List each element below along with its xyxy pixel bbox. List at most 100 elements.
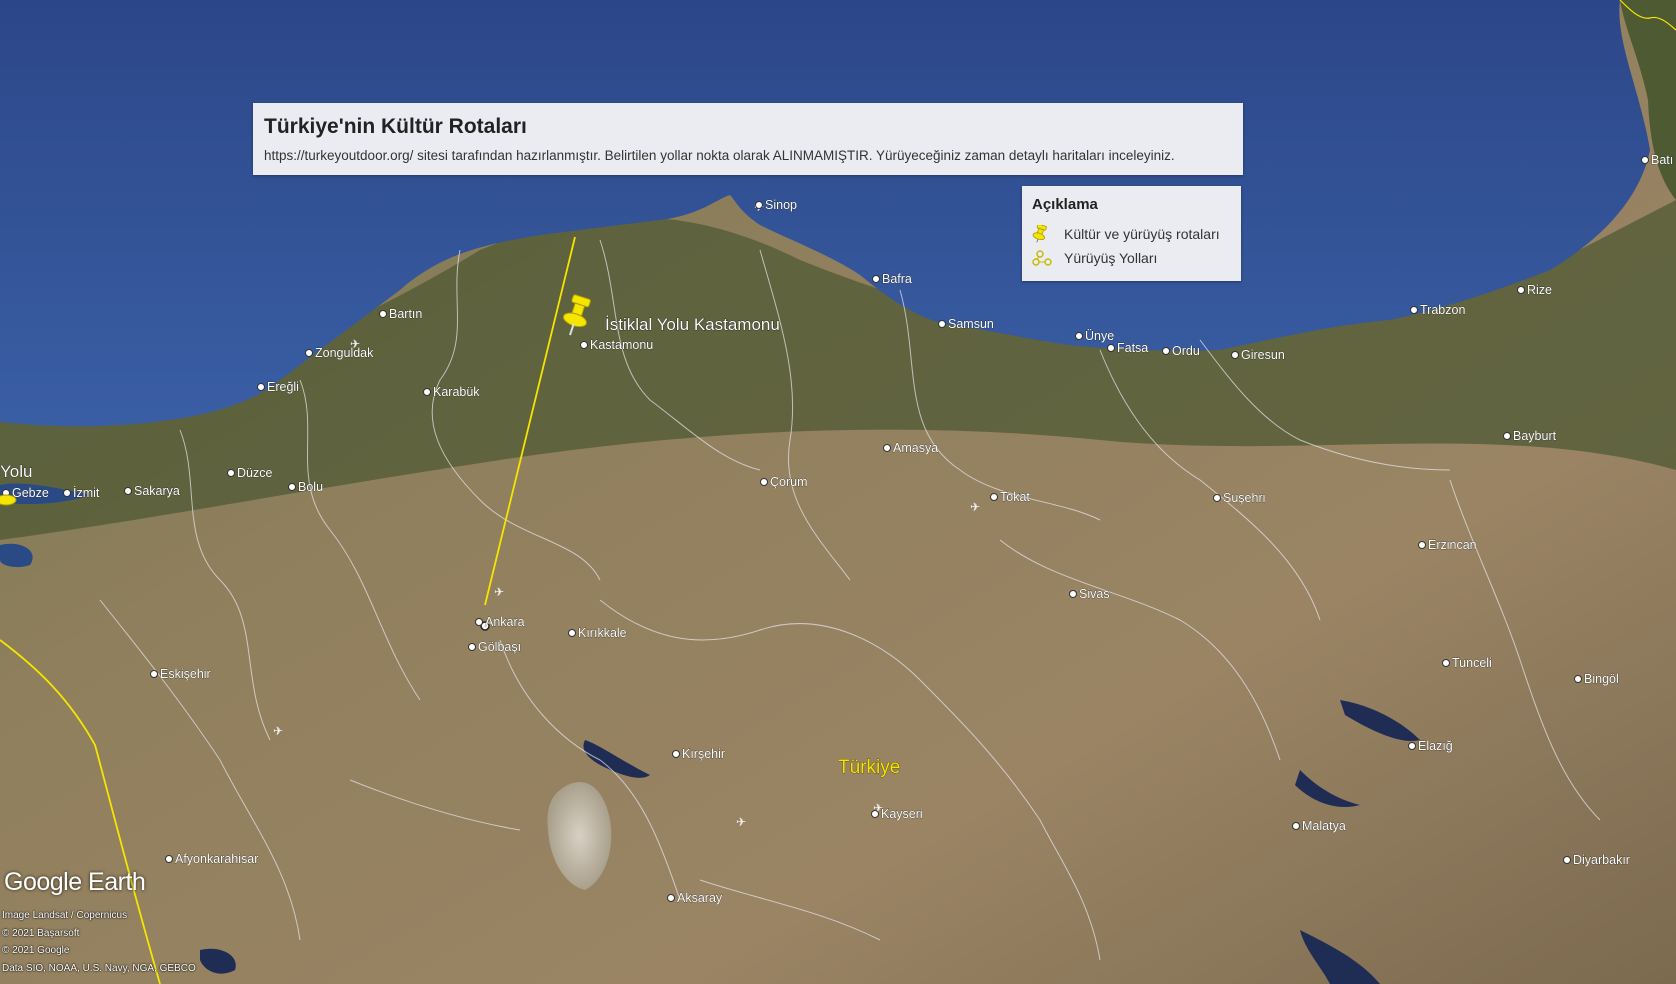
city-label[interactable]: Elazığ bbox=[1418, 739, 1453, 754]
city-label[interactable]: Gebze bbox=[12, 486, 49, 501]
city-dot[interactable] bbox=[883, 444, 891, 452]
city-label[interactable]: Malatya bbox=[1302, 819, 1346, 834]
city-dot[interactable] bbox=[1075, 332, 1083, 340]
pushpin-icon bbox=[1032, 225, 1047, 243]
city-dot[interactable] bbox=[379, 310, 387, 318]
city-dot[interactable] bbox=[257, 383, 265, 391]
city-label[interactable]: Ünye bbox=[1085, 329, 1115, 344]
city-label[interactable]: Gölbaşı bbox=[478, 640, 522, 655]
city-label[interactable]: Bolu bbox=[298, 480, 324, 495]
city-label[interactable]: Ankara bbox=[485, 615, 525, 630]
city-dot[interactable] bbox=[1563, 856, 1571, 864]
city-dot[interactable] bbox=[150, 670, 158, 678]
map-title: Türkiye'nin Kültür Rotaları bbox=[264, 115, 527, 138]
city-dot[interactable] bbox=[288, 483, 296, 491]
city-dot[interactable] bbox=[1408, 742, 1416, 750]
city-dot[interactable] bbox=[1517, 286, 1525, 294]
city-label[interactable]: Bayburt bbox=[1513, 429, 1557, 444]
city-label[interactable]: Bartın bbox=[389, 307, 423, 322]
city-label[interactable]: Eskişehir bbox=[160, 667, 211, 682]
city-dot[interactable] bbox=[1574, 675, 1582, 683]
city-label[interactable]: Giresun bbox=[1241, 348, 1285, 363]
city-dot[interactable] bbox=[1231, 351, 1239, 359]
city-dot[interactable] bbox=[468, 643, 476, 651]
city-marker[interactable]: Afyonkarahisar bbox=[165, 852, 259, 867]
city-label[interactable]: Ereğli bbox=[267, 380, 299, 395]
city-dot[interactable] bbox=[1107, 344, 1115, 352]
city-label[interactable]: Sakarya bbox=[134, 484, 180, 499]
city-dot[interactable] bbox=[667, 894, 675, 902]
city-marker[interactable]: Erzincan bbox=[1418, 538, 1477, 553]
city-marker[interactable]: Kırıkkale bbox=[568, 626, 627, 641]
city-dot[interactable] bbox=[938, 320, 946, 328]
city-label[interactable]: Amasya bbox=[893, 441, 939, 456]
city-label[interactable]: Düzce bbox=[237, 466, 273, 481]
city-dot[interactable] bbox=[760, 478, 768, 486]
city-label[interactable]: Sinop bbox=[765, 198, 798, 213]
city-dot[interactable] bbox=[580, 341, 588, 349]
city-dot[interactable] bbox=[1213, 494, 1221, 502]
legend-item-paths[interactable]: Yürüyüş Yolları bbox=[1032, 246, 1231, 270]
city-marker[interactable]: Kastamonu bbox=[580, 338, 654, 353]
city-label[interactable]: Çorum bbox=[770, 475, 808, 490]
city-label[interactable]: Aksaray bbox=[677, 891, 723, 906]
city-label[interactable]: Diyarbakır bbox=[1573, 853, 1630, 868]
city-label[interactable]: Ordu bbox=[1172, 344, 1200, 359]
path-icon bbox=[1032, 250, 1052, 266]
city-dot[interactable] bbox=[1292, 822, 1300, 830]
city-dot[interactable] bbox=[1442, 659, 1450, 667]
credit-line: © 2021 Başarsoft bbox=[2, 927, 80, 939]
city-dot[interactable] bbox=[672, 750, 680, 758]
city-dot[interactable] bbox=[1418, 541, 1426, 549]
city-dot[interactable] bbox=[1069, 590, 1077, 598]
city-label[interactable]: Rize bbox=[1527, 283, 1553, 298]
city-label[interactable]: Kayseri bbox=[881, 807, 923, 822]
city-label[interactable]: Erzincan bbox=[1428, 538, 1477, 553]
city-label[interactable]: Tunceli bbox=[1452, 656, 1492, 671]
legend-item-routes[interactable]: Kültür ve yürüyüş rotaları bbox=[1032, 222, 1231, 246]
city-dot[interactable] bbox=[305, 349, 313, 357]
city-dot[interactable] bbox=[1503, 432, 1511, 440]
city-dot[interactable] bbox=[568, 629, 576, 637]
city-label[interactable]: Batı bbox=[1651, 153, 1674, 168]
city-label[interactable]: Kastamonu bbox=[590, 338, 654, 353]
map-description[interactable]: https://turkeyoutdoor.org/ sitesi tarafı… bbox=[264, 148, 1232, 163]
city-marker[interactable]: Diyarbakır bbox=[1563, 853, 1630, 868]
city-label[interactable]: Afyonkarahisar bbox=[175, 852, 259, 867]
city-label[interactable]: Karabük bbox=[433, 385, 481, 400]
legend-panel: Açıklama Kültür ve yürüyüş rotaları Yürü… bbox=[1022, 186, 1241, 281]
city-dot[interactable] bbox=[755, 201, 763, 209]
city-dot[interactable] bbox=[990, 493, 998, 501]
city-label[interactable]: Trabzon bbox=[1420, 303, 1466, 318]
city-dot[interactable] bbox=[475, 618, 483, 626]
city-dot[interactable] bbox=[165, 855, 173, 863]
city-dot[interactable] bbox=[1410, 306, 1418, 314]
city-marker[interactable]: Zonguldak bbox=[305, 346, 375, 361]
partial-route-label: Yolu bbox=[0, 462, 32, 481]
city-label[interactable]: Kırıkkale bbox=[578, 626, 627, 641]
city-dot[interactable] bbox=[227, 469, 235, 477]
city-label[interactable]: İzmit bbox=[73, 486, 100, 501]
city-label[interactable]: Bafra bbox=[882, 272, 912, 287]
city-label[interactable]: Kırşehir bbox=[682, 747, 726, 762]
city-label[interactable]: Zonguldak bbox=[315, 346, 375, 361]
country-label: Türkiye bbox=[838, 757, 900, 778]
city-dot[interactable] bbox=[124, 487, 132, 495]
city-dot[interactable] bbox=[871, 810, 879, 818]
placemark-label[interactable]: İstiklal Yolu Kastamonu bbox=[605, 315, 780, 335]
city-label[interactable]: Sivas bbox=[1079, 587, 1110, 602]
city-label[interactable]: Suşehri bbox=[1223, 491, 1266, 506]
airport-icon: ✈ bbox=[736, 815, 746, 829]
city-marker[interactable]: Karabük bbox=[423, 385, 481, 400]
city-dot[interactable] bbox=[1641, 156, 1649, 164]
city-label[interactable]: Samsun bbox=[948, 317, 994, 332]
city-dot[interactable] bbox=[1162, 347, 1170, 355]
city-dot[interactable] bbox=[872, 275, 880, 283]
city-dot[interactable] bbox=[63, 489, 71, 497]
city-marker[interactable]: Eskişehir bbox=[150, 667, 211, 682]
city-dot[interactable] bbox=[423, 388, 431, 396]
airport-icon: ✈ bbox=[273, 724, 283, 738]
city-label[interactable]: Tokat bbox=[1000, 490, 1031, 505]
city-label[interactable]: Fatsa bbox=[1117, 341, 1149, 356]
city-label[interactable]: Bingöl bbox=[1584, 672, 1619, 687]
